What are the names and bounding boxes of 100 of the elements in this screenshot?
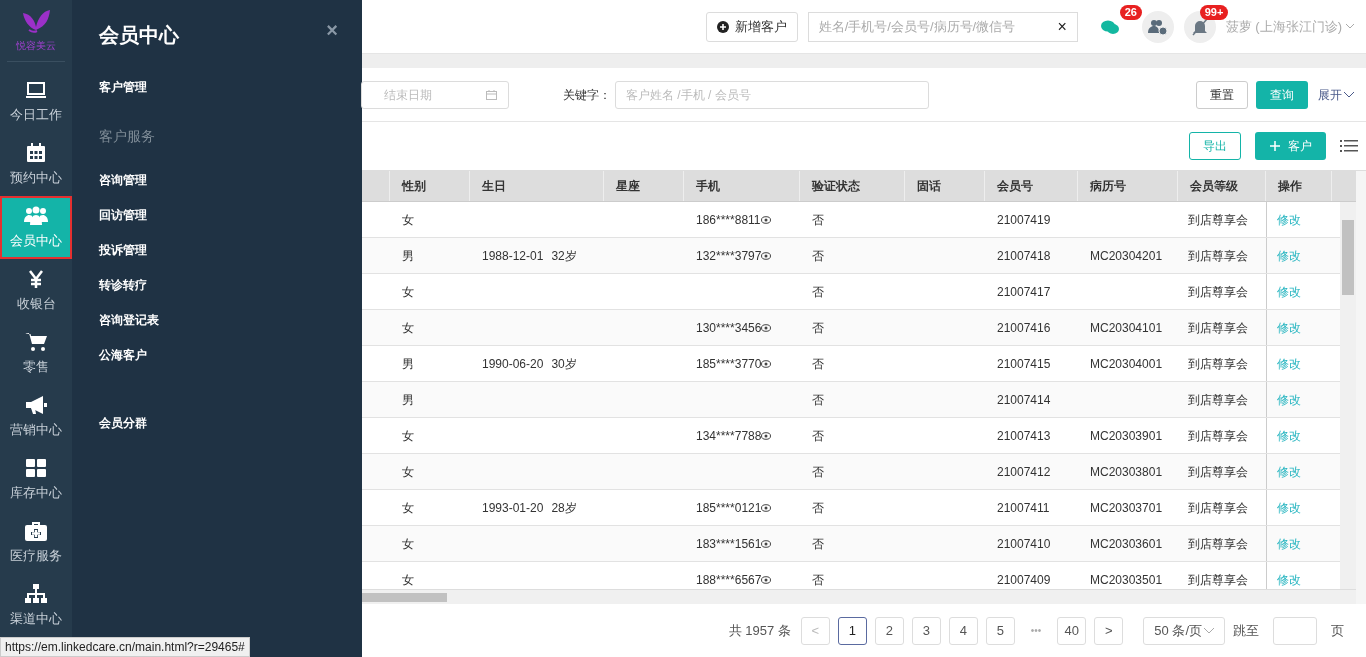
table-cell-text: 否 bbox=[812, 247, 824, 265]
table-cell-text: MC20303901 bbox=[1090, 427, 1163, 445]
medkit-icon bbox=[25, 519, 47, 542]
chevron-down-icon bbox=[1344, 91, 1354, 98]
age-text: 32岁 bbox=[551, 247, 577, 265]
calendar-icon bbox=[486, 89, 497, 100]
phone-number: 185****3770 bbox=[696, 355, 762, 373]
nav-item[interactable]: 收银台 bbox=[0, 259, 72, 322]
age-text: 30岁 bbox=[551, 355, 577, 373]
birthday-text: 1990-06-20 bbox=[482, 355, 544, 373]
table-cell-text: 否 bbox=[812, 571, 824, 589]
menu-link[interactable]: 公海客户 bbox=[99, 338, 147, 373]
page-scrollbar[interactable] bbox=[1356, 171, 1366, 604]
column-header: 星座 bbox=[604, 171, 684, 201]
member-level-text: 到店尊享会 bbox=[1188, 463, 1248, 481]
total-count: 共 1957 条 bbox=[728, 621, 791, 640]
table-cell-text: 21007416 bbox=[997, 319, 1051, 337]
table-cell-text: 女 bbox=[402, 319, 414, 337]
nav-item[interactable]: 渠道中心 bbox=[0, 574, 72, 637]
calendar-icon bbox=[26, 141, 46, 164]
phone-number: 183****1561 bbox=[696, 535, 762, 553]
page-size-select[interactable]: 50 条/页 bbox=[1143, 616, 1225, 645]
eye-icon[interactable] bbox=[761, 359, 772, 368]
page-jump-field[interactable] bbox=[1273, 616, 1317, 645]
table-cell-text: 否 bbox=[812, 427, 824, 445]
nav-item[interactable]: 库存中心 bbox=[0, 448, 72, 511]
nav-item[interactable]: 零售 bbox=[0, 322, 72, 385]
nav-item[interactable]: 营销中心 bbox=[0, 385, 72, 448]
nav-item[interactable]: 医疗服务 bbox=[0, 511, 72, 574]
menu-link[interactable]: 回访管理 bbox=[99, 198, 147, 233]
add-customer-button[interactable]: 新增客户 bbox=[705, 11, 798, 42]
plus-icon bbox=[1269, 141, 1280, 151]
menu-link[interactable]: 转诊转疗 bbox=[99, 268, 147, 303]
table-cell-text: 否 bbox=[812, 355, 824, 373]
jump-label: 跳至 bbox=[1233, 621, 1259, 640]
expand-toggle[interactable]: 展开 bbox=[1318, 85, 1354, 104]
eye-icon[interactable] bbox=[761, 431, 772, 440]
sitemap-icon bbox=[25, 582, 47, 605]
nav-item[interactable]: 今日工作 bbox=[0, 70, 72, 133]
table-cell-text: 21007413 bbox=[997, 427, 1051, 445]
phone-number: 132****3797 bbox=[696, 247, 762, 265]
page-button[interactable]: 1 bbox=[837, 616, 867, 645]
notification-count-badge: 99+ bbox=[1199, 4, 1229, 20]
table-cell-text: 女 bbox=[402, 283, 414, 301]
page-button[interactable]: 5 bbox=[985, 616, 1015, 645]
member-level-text: 到店尊享会 bbox=[1188, 319, 1248, 337]
eye-icon[interactable] bbox=[760, 215, 771, 224]
vertical-scrollbar[interactable] bbox=[1340, 202, 1356, 589]
reset-button[interactable]: 重置 bbox=[1196, 80, 1248, 109]
column-header: 性别 bbox=[390, 171, 470, 201]
menu-link[interactable]: 投诉管理 bbox=[99, 233, 147, 268]
end-date-field[interactable]: 结束日期 bbox=[361, 80, 509, 109]
page-button[interactable]: 4 bbox=[948, 616, 978, 645]
member-level-text: 到店尊享会 bbox=[1188, 355, 1248, 373]
page-button[interactable]: 40 bbox=[1057, 616, 1087, 645]
keyword-field[interactable]: 客户姓名 /手机 / 会员号 bbox=[615, 80, 929, 109]
table-cell-text: 男 bbox=[402, 391, 414, 409]
butterfly-logo-icon bbox=[21, 10, 51, 36]
phone-number: 188****6567 bbox=[696, 571, 762, 589]
member-level-text: 到店尊享会 bbox=[1188, 535, 1248, 553]
member-level-text: 到店尊享会 bbox=[1188, 391, 1248, 409]
eye-icon[interactable] bbox=[761, 251, 772, 260]
horizontal-scrollbar[interactable] bbox=[362, 589, 1356, 604]
member-level-text: 到店尊享会 bbox=[1188, 571, 1248, 589]
keyword-label: 关键字： bbox=[563, 86, 611, 104]
table-cell-text: 否 bbox=[812, 391, 824, 409]
group-button[interactable] bbox=[1141, 10, 1174, 43]
table-cell-text: 女 bbox=[402, 463, 414, 481]
chevron-down-icon bbox=[1346, 24, 1354, 29]
table-cell-text: MC20303701 bbox=[1090, 499, 1163, 517]
eye-icon[interactable] bbox=[761, 323, 772, 332]
menu-link[interactable]: 咨询登记表 bbox=[99, 303, 159, 338]
table-cell-text: 女 bbox=[402, 535, 414, 553]
eye-icon[interactable] bbox=[761, 575, 772, 584]
nav-item[interactable]: 预约中心 bbox=[0, 133, 72, 196]
member-level-text: 到店尊享会 bbox=[1188, 499, 1248, 517]
table-cell-text: 否 bbox=[812, 499, 824, 517]
table-cell-text: 男 bbox=[402, 355, 414, 373]
table-cell-text: 否 bbox=[812, 463, 824, 481]
message-count-badge: 26 bbox=[1119, 4, 1142, 20]
clear-icon[interactable]: × bbox=[1057, 14, 1067, 39]
menu-link[interactable]: 会员分群 bbox=[99, 406, 147, 441]
chat-bubbles-icon bbox=[1100, 19, 1119, 34]
next-page-button[interactable]: > bbox=[1094, 616, 1124, 645]
table-cell-text: 21007411 bbox=[997, 499, 1050, 517]
table-cell-text: 女 bbox=[402, 211, 414, 229]
table-cell-text: 女 bbox=[402, 499, 414, 517]
eye-icon[interactable] bbox=[761, 503, 772, 512]
menu-link[interactable]: 客户管理 bbox=[99, 70, 147, 105]
page-button[interactable]: 3 bbox=[911, 616, 941, 645]
member-level-text: 到店尊享会 bbox=[1188, 247, 1248, 265]
birthday-text: 1988-12-01 bbox=[482, 247, 544, 265]
eye-icon[interactable] bbox=[761, 539, 772, 548]
page-button[interactable]: 2 bbox=[874, 616, 904, 645]
megaphone-icon bbox=[25, 393, 47, 416]
list-icon[interactable] bbox=[1340, 139, 1358, 153]
menu-link[interactable]: 咨询管理 bbox=[99, 163, 147, 198]
close-button[interactable]: × bbox=[326, 20, 338, 40]
menu-group-label: 客户服务 bbox=[99, 127, 155, 146]
search-field[interactable]: 姓名/手机号/会员号/病历号/微信号 × bbox=[807, 11, 1078, 42]
